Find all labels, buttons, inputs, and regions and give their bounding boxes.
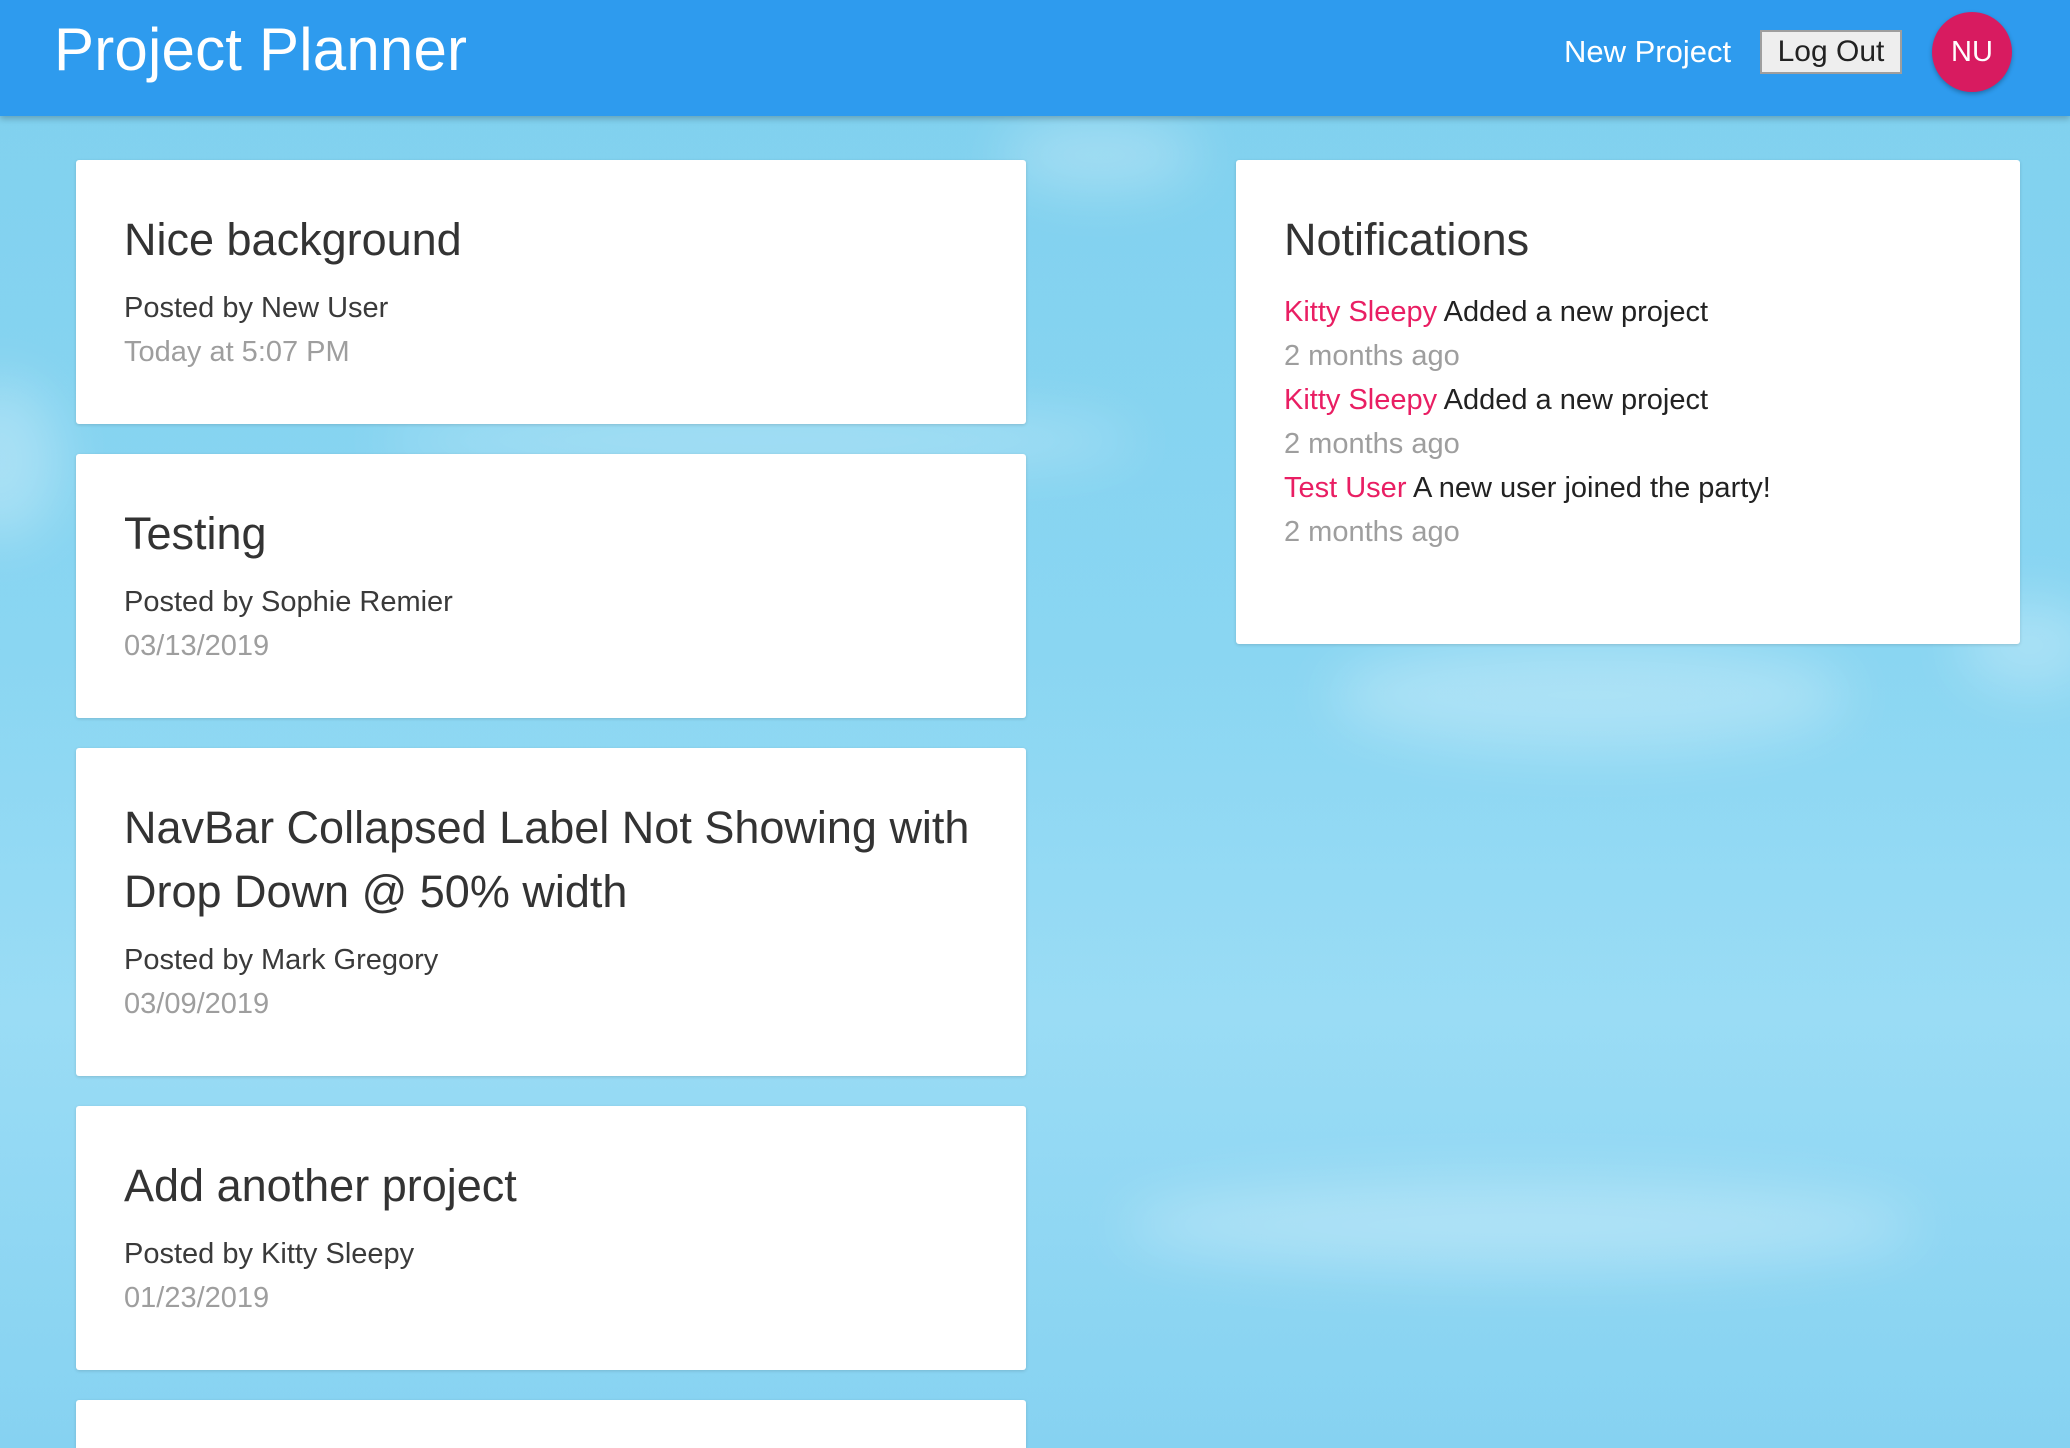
project-author: Posted by Kitty Sleepy <box>124 1238 415 1270</box>
project-date: 03/13/2019 <box>124 630 270 662</box>
notification-message: Added a new project <box>1443 296 1709 328</box>
notification-line: Kitty Sleepy Added a new project <box>1284 378 1972 422</box>
project-card[interactable]: NavBar Collapsed Label Not Showing with … <box>76 748 1026 1076</box>
brand-logo-link[interactable]: Project Planner <box>54 14 467 86</box>
user-avatar[interactable]: NU <box>1932 12 2012 92</box>
logout-button[interactable]: Log Out <box>1760 30 1902 74</box>
notifications-card: Notifications Kitty Sleepy Added a new p… <box>1236 160 2020 644</box>
notification-line: Test User A new user joined the party! <box>1284 466 1972 510</box>
top-navbar: Project Planner New Project Log Out NU <box>0 0 2070 116</box>
notification-item: Test User A new user joined the party! 2… <box>1284 466 1972 554</box>
project-title: Nice background <box>124 214 462 265</box>
project-title: Add another project <box>124 1160 517 1211</box>
notifications-list: Kitty Sleepy Added a new project 2 month… <box>1284 290 1972 554</box>
notification-user: Kitty Sleepy <box>1284 296 1438 328</box>
project-date: 03/09/2019 <box>124 988 270 1020</box>
project-author: Posted by New User <box>124 292 389 324</box>
background-cloud <box>1330 640 1850 750</box>
notification-time: 2 months ago <box>1284 340 1460 372</box>
project-author: Posted by Mark Gregory <box>124 944 439 976</box>
project-card[interactable] <box>76 1400 1026 1448</box>
project-card[interactable]: Testing Posted by Sophie Remier 03/13/20… <box>76 454 1026 718</box>
notification-line: Kitty Sleepy Added a new project <box>1284 290 1972 334</box>
project-author: Posted by Sophie Remier <box>124 586 453 618</box>
new-project-link[interactable]: New Project <box>1564 30 1731 74</box>
notification-message: A new user joined the party! <box>1412 472 1771 504</box>
project-title: Testing <box>124 508 267 559</box>
project-date: 01/23/2019 <box>124 1282 270 1314</box>
notification-item: Kitty Sleepy Added a new project 2 month… <box>1284 378 1972 466</box>
project-card[interactable]: Add another project Posted by Kitty Slee… <box>76 1106 1026 1370</box>
notification-user: Test User <box>1284 472 1407 504</box>
background-cloud <box>0 380 60 540</box>
project-card[interactable]: Nice background Posted by New User Today… <box>76 160 1026 424</box>
notification-item: Kitty Sleepy Added a new project 2 month… <box>1284 290 1972 378</box>
project-title: NavBar Collapsed Label Not Showing with … <box>124 802 970 917</box>
notification-user: Kitty Sleepy <box>1284 384 1438 416</box>
background-cloud <box>1000 120 1200 190</box>
project-date: Today at 5:07 PM <box>124 336 350 368</box>
background-cloud <box>1120 1180 1920 1270</box>
notification-time: 2 months ago <box>1284 428 1460 460</box>
notification-message: Added a new project <box>1443 384 1709 416</box>
notifications-heading: Notifications <box>1284 214 1530 265</box>
notification-time: 2 months ago <box>1284 516 1460 548</box>
